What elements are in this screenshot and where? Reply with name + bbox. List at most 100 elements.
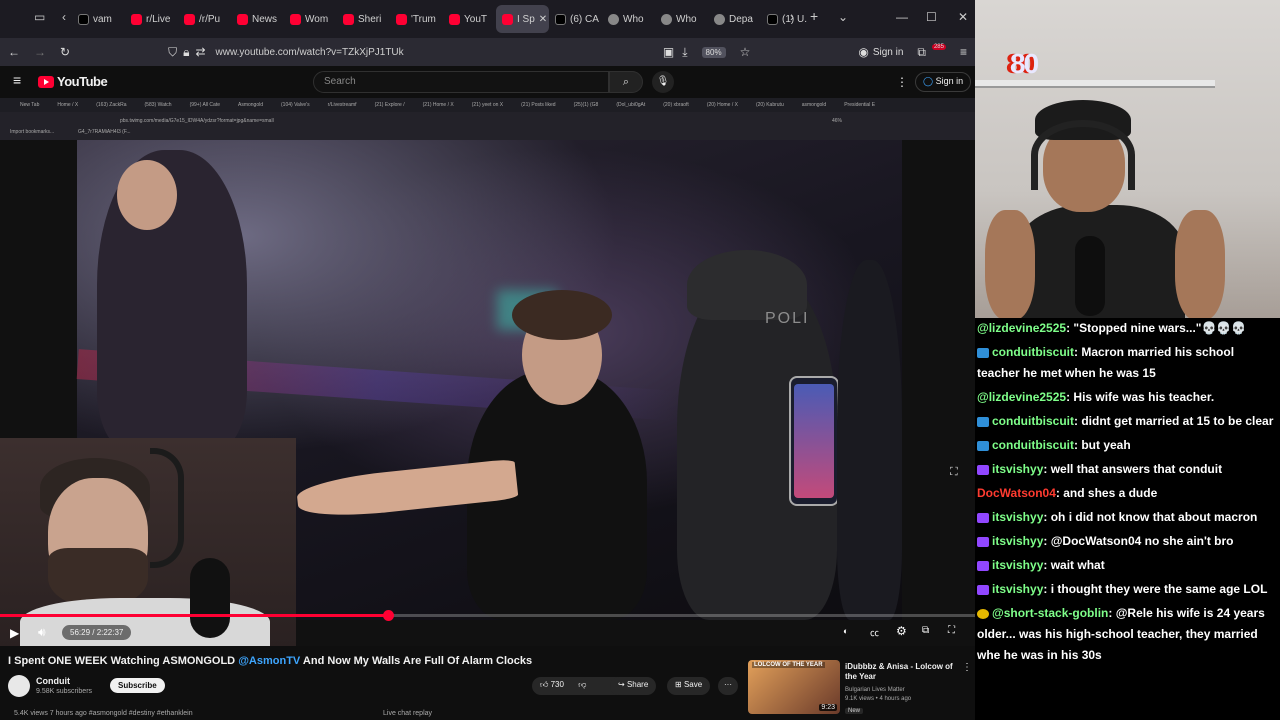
browser-tab[interactable]: r/Live (125, 5, 178, 33)
hamburger-menu-icon[interactable]: ≡ (13, 72, 21, 88)
star-badge-icon (977, 608, 989, 619)
recommended-meta: Bulgarian Lives Matter 9.1K views • 4 ho… (845, 686, 911, 704)
close-tab-icon[interactable]: ✕ (539, 14, 547, 25)
menu-icon[interactable]: ≡ (960, 45, 967, 59)
browser-tab[interactable]: vam (72, 5, 125, 33)
channel-avatar[interactable] (8, 675, 30, 697)
subscribe-button[interactable]: Subscribe (110, 678, 165, 693)
live-chat-replay[interactable]: Live chat replay (383, 710, 432, 717)
chat-username[interactable]: itsvishyy (992, 462, 1043, 476)
shelf (975, 80, 1215, 88)
chat-username[interactable]: itsvishyy (992, 510, 1043, 524)
extension-badge[interactable]: 285 (931, 44, 946, 50)
thumbs-down-icon[interactable]: 👎︎ (578, 680, 586, 689)
minimize-icon[interactable]: — (896, 10, 908, 24)
chat-username[interactable]: DocWatson04 (977, 486, 1056, 500)
headphones (150, 448, 184, 568)
more-options-icon[interactable]: ⋮ (896, 75, 908, 89)
play-icon[interactable]: ▶ (10, 626, 19, 640)
recommended-thumbnail[interactable]: LOLCOW OF THE YEAR 9:23 (748, 660, 840, 714)
browser-tab[interactable]: YouT (443, 5, 496, 33)
maximize-icon[interactable]: ☐ (926, 10, 937, 24)
new-tab-icon[interactable]: + (810, 8, 818, 24)
browser-tab[interactable]: Wom (284, 5, 337, 33)
scrubber-handle[interactable] (383, 610, 395, 621)
browser-tab[interactable]: News (231, 5, 284, 33)
tab-list-icon[interactable]: ▭ (34, 10, 45, 24)
chat-username[interactable]: itsvishyy (992, 534, 1043, 548)
progress-bar[interactable] (0, 610, 975, 621)
recommended-channel[interactable]: Bulgarian Lives Matter (845, 686, 911, 695)
recommended-menu-icon[interactable]: ⋮ (962, 662, 972, 673)
captions-icon[interactable]: ㏄ (870, 626, 879, 639)
browser-tab[interactable]: 'Trum (390, 5, 443, 33)
save-button[interactable]: ⊞ Save (667, 677, 711, 695)
bookmark-star-icon[interactable]: ☆ (740, 45, 751, 59)
browser-tab[interactable]: Who (655, 5, 708, 33)
autoplay-toggle-icon[interactable]: ◐ (843, 626, 848, 636)
permissions-icon[interactable]: ⇄ (195, 45, 205, 59)
browser-tab[interactable]: (6) CA (549, 5, 602, 33)
youtube-logo[interactable]: YouTube (38, 74, 108, 89)
miniplayer-icon[interactable]: ⧉ (922, 625, 929, 636)
recommended-title[interactable]: iDubbbz & Anisa - Lolcow of the Year (845, 662, 963, 682)
chat-username[interactable]: conduitbiscuit (992, 345, 1074, 359)
channel-name[interactable]: Conduit (36, 676, 70, 686)
scroll-tabs-right-icon[interactable]: › (790, 10, 794, 24)
screen: ▭ ‹ vam r/Live/r/Pu News Wom Sheri 'Trum YouT I… (0, 0, 1280, 720)
chat-username[interactable]: @lizdevine2525 (977, 321, 1066, 335)
download-icon[interactable]: ⤓ (682, 45, 687, 60)
chat-text: : and shes a dude (1055, 486, 1158, 500)
video-player[interactable]: New Tab Home / X (163) ZackRa (583) Watch (9… (0, 98, 975, 646)
zoom-level[interactable]: 80% (701, 46, 726, 58)
chat-username[interactable]: itsvishyy (992, 558, 1043, 572)
browser-tab[interactable]: Who (602, 5, 655, 33)
extensions-icon[interactable]: ⧉ (917, 45, 926, 60)
chat-username[interactable]: @short-stack-goblin (992, 606, 1108, 620)
chat-username[interactable]: conduitbiscuit (992, 438, 1074, 452)
chat-badge-icon (977, 416, 989, 427)
browser-signin[interactable]: Sign in (873, 47, 904, 58)
thumbs-up-icon[interactable]: 👍︎ (540, 680, 548, 689)
account-icon[interactable]: ◉ (858, 45, 868, 59)
phone (789, 376, 839, 506)
fullscreen-icon[interactable]: ⛶ (948, 625, 955, 636)
browser-tab[interactable]: Sheri (337, 5, 390, 33)
inner-tab: (20) Kabrutu (755, 102, 784, 108)
youtube-signin-button[interactable]: ◯ Sign in (915, 72, 972, 92)
tab-bar: ▭ ‹ vam r/Live/r/Pu News Wom Sheri 'Trum YouT I… (0, 0, 975, 38)
chat-panel: @lizdevine2525: "Stopped nine wars..."💀💀… (975, 318, 1280, 720)
chat-username[interactable]: itsvishyy (992, 582, 1043, 596)
chat-username[interactable]: @lizdevine2525 (977, 390, 1066, 404)
tab-label: Who (676, 13, 697, 25)
title-mention[interactable]: @AsmonTV (238, 655, 300, 667)
tab-label: News (252, 13, 278, 25)
tab-overflow-chevron-icon[interactable]: ⌄ (838, 10, 848, 24)
share-button[interactable]: ↪ Share (610, 677, 657, 695)
expand-icon[interactable]: ⛶ (950, 466, 958, 479)
tab-label: 'Trum (411, 13, 436, 25)
browser-tab[interactable]: (1) U. (761, 5, 814, 33)
browser-tab[interactable]: I Sp ✕ (496, 5, 549, 33)
search-icon[interactable]: ⌕ (609, 71, 643, 93)
police-cap-text: POLI (765, 310, 810, 327)
settings-gear-icon[interactable]: ⚙ (896, 624, 907, 638)
close-window-icon[interactable]: ✕ (958, 10, 968, 24)
forward-icon[interactable]: → (34, 45, 46, 59)
back-icon[interactable]: ← (8, 45, 20, 59)
shield-icon[interactable]: ⛉ (168, 45, 177, 60)
picture-in-picture-icon[interactable]: ▣ (663, 45, 674, 59)
scroll-tabs-left-icon[interactable]: ‹ (62, 10, 66, 24)
search-input[interactable]: Search (313, 71, 609, 93)
browser-tab[interactable]: /r/Pu (178, 5, 231, 33)
browser-tab[interactable]: Depa (708, 5, 761, 33)
view-count: 5.4K views 7 hours ago #asmongold #desti… (14, 710, 193, 717)
more-actions-button[interactable]: ··· (718, 677, 738, 695)
volume-icon[interactable]: 🔊︎ (38, 625, 46, 640)
youtube-icon (237, 13, 248, 25)
chat-username[interactable]: conduitbiscuit (992, 414, 1074, 428)
like-count[interactable]: 730 (551, 680, 564, 689)
microphone-icon[interactable]: 🎙︎ (652, 71, 674, 93)
reload-icon[interactable]: ↻ (60, 45, 70, 59)
url-bar[interactable]: www.youtube.com/watch?v=TZkXjPJ1TUk (216, 47, 404, 58)
